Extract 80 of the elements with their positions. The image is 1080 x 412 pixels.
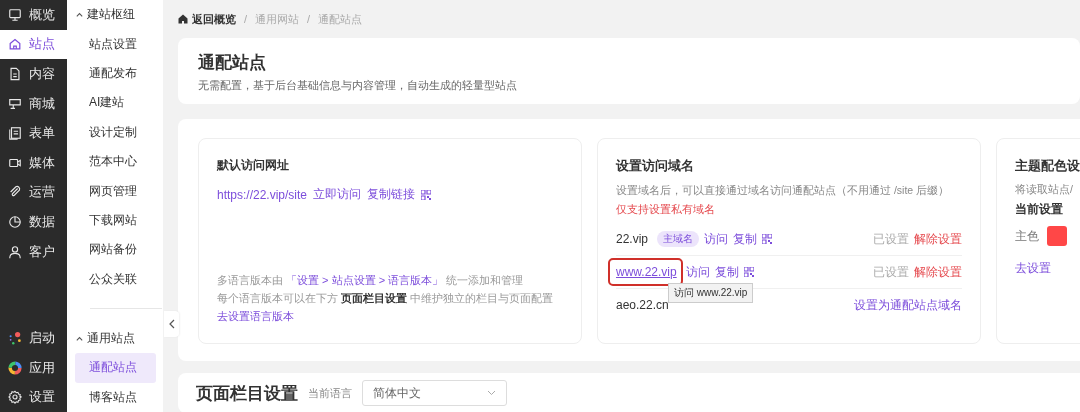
nav-item[interactable]: 媒体 — [0, 147, 67, 178]
card-title: 设置访问域名 — [616, 157, 695, 175]
subnav-item[interactable]: 范本中心 — [75, 146, 156, 177]
subnav-item[interactable]: 网站备份 — [75, 235, 156, 265]
tooltip: 访问 www.22.vip — [668, 283, 754, 303]
page-subtitle: 无需配置，基于后台基础信息与内容管理，自动生成的轻量型站点 — [198, 78, 518, 93]
url-link[interactable]: https://22.vip/site — [217, 187, 308, 202]
action-link[interactable]: 访问 — [685, 263, 710, 281]
home-icon — [8, 37, 22, 52]
language-note: 每个语言版本可以在下方 页面栏目设置 中维护独立的栏目与页面配置 — [217, 291, 555, 306]
document-icon — [8, 67, 22, 81]
nav-item[interactable]: 设置 — [0, 382, 67, 412]
nav-item[interactable]: 内容 — [0, 59, 67, 89]
remove-link[interactable]: 解除设置 — [914, 230, 962, 248]
primary-color-label: 主色 — [1015, 227, 1039, 245]
settings-link[interactable]: 去设置 — [1015, 261, 1051, 275]
primary-domain-tag: 主域名 — [657, 231, 700, 247]
person-icon — [8, 244, 22, 259]
domain-text: 22.vip — [616, 232, 649, 246]
subnav-item[interactable]: 博客站点 — [75, 382, 156, 412]
nav-item[interactable]: 数据 — [0, 207, 67, 237]
nav-item[interactable]: 概览 — [0, 0, 67, 30]
subnav-item[interactable]: 通配发布 — [75, 58, 156, 89]
nav-item[interactable]: 应用 — [0, 352, 67, 383]
separator: / — [244, 13, 248, 25]
nav-item[interactable]: 启动 — [0, 323, 67, 353]
language-settings-link[interactable]: 去设置语言版本 — [217, 310, 294, 322]
card-title: 默认访问网址 — [217, 157, 290, 174]
current-settings-label: 当前设置 — [1015, 201, 1064, 218]
caret-icon[interactable] — [75, 10, 84, 20]
action-link[interactable]: 复制 — [733, 230, 758, 248]
gear-icon — [8, 390, 22, 405]
nav-item[interactable]: 表单 — [0, 118, 67, 148]
chevron-down-icon — [487, 390, 496, 396]
card-description: 设置域名后，可以直接通过域名访问通配站点（不用通过 /site 后缀） — [616, 184, 951, 198]
language-label: 当前语言 — [308, 385, 352, 401]
nav-item[interactable]: 站点 — [0, 29, 67, 60]
separator: / — [307, 13, 311, 25]
group-title[interactable]: 建站枢纽 — [87, 6, 135, 24]
status-text: 已设置 — [873, 263, 909, 281]
language-select[interactable]: 简体中文 — [362, 380, 507, 406]
subnav-item[interactable]: 通配站点 — [75, 353, 156, 383]
pie-chart-icon — [8, 214, 22, 229]
action-link[interactable]: 复制链接 — [367, 186, 416, 203]
warning-text: 仅支持设置私有域名 — [616, 202, 716, 217]
page-title: 通配站点 — [198, 52, 267, 74]
qr-code-icon[interactable] — [762, 234, 773, 244]
qr-code-icon[interactable] — [743, 267, 754, 277]
caret-icon[interactable] — [75, 334, 84, 344]
qr-code-icon[interactable] — [421, 189, 432, 200]
nav-item[interactable]: 客户 — [0, 236, 67, 267]
section-title: 页面栏目设置 — [196, 382, 298, 405]
subnav-item[interactable]: 设计定制 — [75, 117, 156, 147]
subnav-item[interactable]: 网页管理 — [75, 176, 156, 206]
settings-path-link[interactable]: 「设置 > 站点设置 > 语言版本」 — [286, 274, 444, 286]
back-link[interactable]: 返回概览 — [178, 11, 236, 27]
color-ring-icon — [8, 360, 22, 375]
set-domain-link[interactable]: 设置为通配站点域名 — [854, 296, 962, 314]
language-note: 多语言版本由 「设置 > 站点设置 > 语言版本」 统一添加和管理 — [217, 273, 525, 288]
card-title: 主题配色设 — [1015, 157, 1080, 175]
remove-link[interactable]: 解除设置 — [914, 263, 962, 281]
subnav-item[interactable]: 站点设置 — [75, 29, 156, 59]
domain-text: aeo.22.cn — [616, 298, 669, 312]
action-link[interactable]: 立即访问 — [313, 186, 362, 203]
nav-item[interactable]: 商城 — [0, 88, 67, 119]
card-description: 将读取站点/ — [1015, 183, 1074, 197]
dots-icon — [8, 331, 22, 345]
home-icon — [178, 14, 188, 24]
domain-link[interactable]: www.22.vip — [616, 265, 677, 279]
nav-item[interactable]: 运营 — [0, 177, 67, 208]
subnav-item[interactable]: 公众关联 — [75, 264, 156, 294]
status-text: 已设置 — [873, 230, 909, 248]
chevron-left-icon — [168, 319, 175, 329]
action-link[interactable]: 访问 — [704, 230, 729, 248]
subnav-item[interactable]: AI建站 — [75, 88, 156, 118]
action-link[interactable]: 复制 — [714, 263, 739, 281]
monitor-icon — [8, 7, 22, 22]
form-icon — [8, 126, 22, 141]
subnav-item[interactable]: 下载网站 — [75, 205, 156, 236]
group-title[interactable]: 通用站点 — [87, 330, 135, 348]
